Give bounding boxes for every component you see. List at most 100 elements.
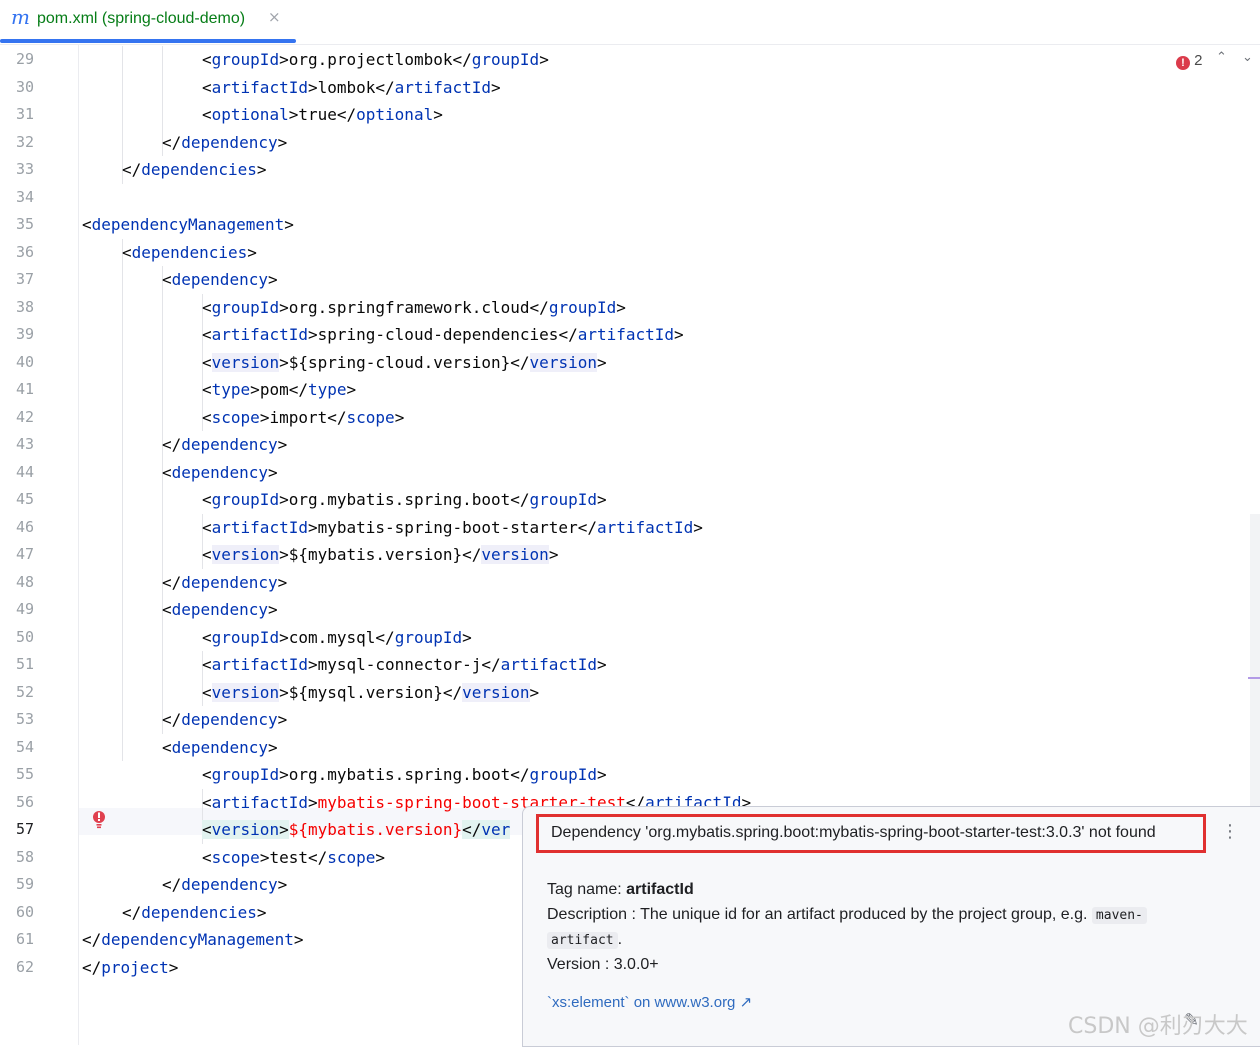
line-number: 53 <box>15 710 34 728</box>
code-token: </ <box>529 297 549 317</box>
code-token: com.mysql <box>288 627 376 647</box>
code-token: spring-cloud-dependencies <box>317 325 559 344</box>
description-line-2: artifact. <box>547 927 622 953</box>
code-token: org.mybatis.spring.boot <box>288 765 511 784</box>
code-token: > <box>277 435 288 454</box>
code-token: </ <box>122 902 142 922</box>
code-token: < <box>202 847 212 867</box>
code-line: <dependencyManagement> <box>82 211 294 238</box>
code-line: <version>${mybatis.version}</version> <box>202 541 558 568</box>
tab-pom-xml[interactable]: m pom.xml (spring-cloud-demo) × <box>0 0 296 44</box>
more-options-icon[interactable]: ⋮ <box>1221 821 1239 842</box>
code-token: < <box>202 682 212 702</box>
line-number: 36 <box>15 242 34 261</box>
code-token: > <box>279 297 289 317</box>
code-token: </ <box>375 627 395 647</box>
code-token: > <box>279 820 289 839</box>
code-token: > <box>375 847 386 867</box>
code-token: artifactId <box>211 517 308 537</box>
code-token: > <box>596 655 607 674</box>
code-token: > <box>529 682 540 702</box>
code-line: <groupId>org.projectlombok</groupId> <box>202 46 549 73</box>
code-token: scope <box>211 847 260 867</box>
code-token: > <box>307 517 318 537</box>
line-number: 46 <box>15 517 34 536</box>
line-number: 37 <box>15 270 34 288</box>
chevron-down-icon[interactable]: ⌄ <box>1242 50 1253 65</box>
code-token: pom <box>259 380 289 399</box>
code-token: groupId <box>548 297 617 317</box>
code-token: </ <box>288 380 308 399</box>
code-token: dependencyManagement <box>91 215 285 234</box>
code-token: > <box>168 957 179 977</box>
line-number: 42 <box>15 407 34 426</box>
code-line: <groupId>org.mybatis.spring.boot</groupI… <box>202 761 607 788</box>
code-token: groupId <box>529 765 597 784</box>
code-line: </dependencyManagement> <box>82 926 304 953</box>
code-token: dependency <box>181 710 278 729</box>
code-token: scope <box>211 407 260 427</box>
editor-tab-bar: m pom.xml (spring-cloud-demo) × <box>0 0 1260 45</box>
code-token: < <box>162 462 172 482</box>
description-suffix: . <box>617 931 623 948</box>
code-token: > <box>279 50 289 69</box>
code-token: < <box>202 77 212 97</box>
line-number: 55 <box>15 765 34 783</box>
close-icon[interactable]: × <box>268 8 281 26</box>
code-token: < <box>202 325 212 344</box>
code-line: <artifactId>mybatis-spring-boot-starter<… <box>202 514 703 541</box>
tag-name-label: Tag name: <box>547 881 627 898</box>
description-line: Description : The unique id for an artif… <box>547 902 1147 928</box>
code-token: optional <box>211 105 289 124</box>
line-number: 43 <box>15 435 34 453</box>
code-token: > <box>267 600 278 619</box>
code-token: mybatis-spring-boot-starter <box>317 517 578 537</box>
w3-link[interactable]: `xs:element` on www.w3.org ↗ <box>547 990 752 1015</box>
code-token: > <box>279 352 289 372</box>
watermark: CSDN @利刃大大 <box>1068 1014 1248 1039</box>
code-token: > <box>256 902 267 922</box>
code-token: scope <box>346 407 395 427</box>
code-token: < <box>202 490 212 509</box>
code-line: <artifactId>lombok</artifactId> <box>202 74 501 101</box>
code-token: </ <box>122 160 142 179</box>
line-number: 59 <box>15 875 34 893</box>
line-number: 39 <box>15 325 34 343</box>
tag-name-line: Tag name: artifactId <box>547 877 694 902</box>
code-token: > <box>277 875 288 894</box>
code-token: import <box>269 407 328 427</box>
code-token: test <box>269 847 308 867</box>
code-token: artifactId <box>211 77 308 97</box>
line-number: 32 <box>15 132 34 151</box>
code-token: lombok <box>317 77 376 97</box>
code-line: <version>${spring-cloud.version}</versio… <box>202 349 607 376</box>
code-token: ver <box>481 820 511 839</box>
code-token: org.projectlombok <box>288 50 453 69</box>
code-token: > <box>267 737 278 757</box>
code-line: <groupId>com.mysql</groupId> <box>202 624 472 651</box>
code-token: > <box>267 462 278 482</box>
tag-name-value: artifactId <box>626 881 694 898</box>
code-token: project <box>101 957 169 977</box>
line-number: 57 <box>15 820 34 838</box>
indent-guide <box>162 266 163 734</box>
line-number-gutter[interactable]: 29 30 31 32 33 34 35 36 37 38 39 40 41 42 43 44 45 46 47 48… <box>0 44 79 1045</box>
code-token: optional <box>356 105 434 124</box>
code-token: < <box>202 105 212 124</box>
code-token: org.springframework.cloud <box>288 297 530 317</box>
code-line: </dependencies> <box>122 899 267 926</box>
code-token: dependencies <box>131 242 248 262</box>
code-token: dependencies <box>141 902 257 922</box>
code-line: </dependency> <box>162 871 287 898</box>
error-message: Dependency 'org.mybatis.spring.boot:myba… <box>551 824 1156 841</box>
code-token: </ <box>336 105 357 124</box>
code-token: > <box>462 627 472 647</box>
code-line: <artifactId>mysql-connector-j</artifactI… <box>202 651 607 678</box>
code-token: < <box>162 270 172 289</box>
code-token: < <box>202 407 212 427</box>
line-number: 56 <box>15 792 34 811</box>
code-token: version <box>211 545 280 564</box>
code-line: <dependency> <box>162 459 278 486</box>
code-token: > <box>279 682 289 702</box>
code-token: < <box>82 215 92 234</box>
